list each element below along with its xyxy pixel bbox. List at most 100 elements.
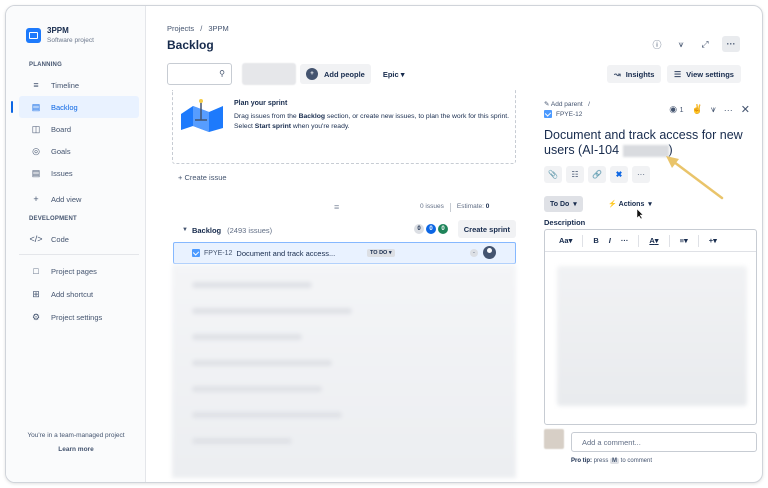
bold-button[interactable]: B [593,236,598,245]
view-settings-label: View settings [686,69,734,79]
drag-handle-icon[interactable]: ≡ [334,202,339,212]
breadcrumb-projects[interactable]: Projects [167,24,194,33]
share-icon[interactable]: ⩛ [674,37,688,51]
issues-icon: ▤ [31,167,41,178]
backlog-icon: ▤ [31,101,41,112]
comment-input[interactable]: Add a comment... [571,432,757,452]
create-sprint-button[interactable]: Create sprint [457,220,516,238]
add-people-label: Add people [324,69,365,79]
header-actions: ⓘ ⩛ ⤢ ··· [650,36,740,52]
issue-title[interactable]: Document and track access for new users … [544,128,759,158]
close-icon[interactable]: ✕ [741,103,750,116]
status-badge[interactable]: TO DO ▾ [367,249,395,257]
sidebar: 3PPM Software project PLANNING ≡ Timelin… [6,6,146,482]
child-issues-icon[interactable]: ☷ [566,166,584,183]
sidebar-item-add-shortcut[interactable]: ⊞ Add shortcut [19,283,139,305]
estimate-label: Estimate: [456,203,484,210]
member-avatars[interactable] [242,63,296,85]
blurred-line [192,438,292,444]
confluence-icon[interactable]: ✖ [610,166,628,183]
divider [697,234,699,247]
protip-end: to comment [619,458,653,464]
sidebar-item-label: Goals [51,146,71,156]
story-checkbox-icon [544,110,552,118]
estimate-badge[interactable]: - [470,249,478,257]
status-label: To Do [550,200,570,208]
pencil-icon: ✎ [544,101,551,108]
learn-more-link[interactable]: Learn more [6,446,146,453]
detail-actions: ◉ 1 ✌ ⩛ ··· ✕ [669,103,750,116]
sprint-counts: 0 issues Estimate: 0 [420,203,489,212]
watch-icon[interactable]: ◉ 1 [669,104,683,115]
protip-label: Pro tip: [571,458,592,464]
insights-button[interactable]: ↝ Insights [607,65,662,83]
blurred-issue-list [172,264,516,478]
sidebar-item-project-pages[interactable]: □ Project pages [19,260,139,282]
sidebar-item-code[interactable]: </> Code [19,228,139,250]
breadcrumb-project[interactable]: 3PPM [208,24,228,33]
insights-icon: ↝ [614,69,621,79]
quick-actions: 📎 ☷ 🔗 ✖ ··· [544,166,650,183]
sidebar-item-label: Project settings [51,312,103,322]
list-button[interactable]: ≡▾ [680,236,688,245]
more-icon[interactable]: ··· [722,36,740,52]
timeline-icon: ≡ [33,80,39,90]
divider [449,203,451,212]
editor-toolbar: Aa▾ B I ··· A▾ ≡▾ +▾ [545,230,756,252]
more-formatting-button[interactable]: ··· [621,236,629,245]
italic-button[interactable]: I [609,236,611,245]
add-people-button[interactable]: + Add people [300,64,371,84]
tool-label: ≡ [679,236,684,245]
attachment-icon[interactable]: 📎 [544,166,562,183]
view-settings-button[interactable]: ☰ View settings [667,65,741,83]
sidebar-item-backlog[interactable]: ▤ Backlog [11,96,139,118]
chevron-down-icon[interactable]: ▼ [182,227,188,233]
thumbs-up-icon[interactable]: ✌ [691,104,702,115]
protip-text: press [592,458,611,464]
sidebar-item-project-settings[interactable]: ⚙ Project settings [19,306,139,328]
issue-key[interactable]: FPYE-12 [204,250,232,257]
estimate: Estimate: 0 [457,203,490,212]
link-icon[interactable]: 🔗 [588,166,606,183]
search-input[interactable]: ⚲ [167,63,232,85]
plan-sprint-text: Drag issues from the Backlog section, or… [234,112,512,132]
sidebar-item-timeline[interactable]: ≡ Timeline [19,74,139,96]
sidebar-item-add-view[interactable]: + Add view [19,188,139,210]
sidebar-item-board[interactable]: ◫ Board [19,118,139,140]
more-icon[interactable]: ··· [724,105,733,115]
epic-label: Epic [382,69,399,79]
add-parent[interactable]: ✎ Add parent / [544,100,590,108]
sidebar-item-issues[interactable]: ▤ Issues [19,162,139,184]
blurred-line [192,334,302,340]
epic-filter[interactable]: Epic ▾ [383,70,405,79]
text-style-button[interactable]: Aa▾ [559,236,572,245]
description-editor[interactable]: Aa▾ B I ··· A▾ ≡▾ +▾ [544,229,757,425]
pro-tip: Pro tip: press M to comment [571,458,652,464]
info-icon[interactable]: ⓘ [650,37,664,51]
plan-text-bold: Start sprint [254,123,292,130]
blurred-line [192,360,332,366]
share-icon[interactable]: ⩛ [711,104,716,115]
table-row[interactable]: FPYE-12 Document and track access... TO … [173,242,516,264]
sidebar-item-label: Backlog [51,102,78,112]
avatar[interactable] [483,246,496,259]
more-icon[interactable]: ··· [632,166,650,183]
fullscreen-icon[interactable]: ⤢ [698,37,712,51]
project-type: Software project [47,37,94,44]
app-window: 3PPM Software project PLANNING ≡ Timelin… [5,5,763,483]
blurred-line [192,386,322,392]
detail-issue-key[interactable]: FPYE-12 [544,110,582,118]
sidebar-item-goals[interactable]: ◎ Goals [19,140,139,162]
backlog-header[interactable]: ▼ Backlog (2493 issues) 0 0 0 Create spr… [172,219,516,241]
status-dropdown[interactable]: To Do ▾ [544,196,583,212]
create-issue-button[interactable]: + Create issue [178,173,227,182]
settings-icon: ⚙ [31,311,41,322]
backlog-count: (2493 issues) [227,225,273,235]
actions-dropdown[interactable]: ⚡ Actions ▾ [602,196,658,212]
project-header[interactable]: 3PPM Software project [26,26,94,44]
sidebar-item-label: Board [51,124,72,134]
text-color-button[interactable]: A▾ [649,236,658,245]
insert-button[interactable]: +▾ [709,236,717,245]
mouse-cursor-icon [637,209,643,219]
team-managed-note: You're in a team-managed project [27,432,125,439]
